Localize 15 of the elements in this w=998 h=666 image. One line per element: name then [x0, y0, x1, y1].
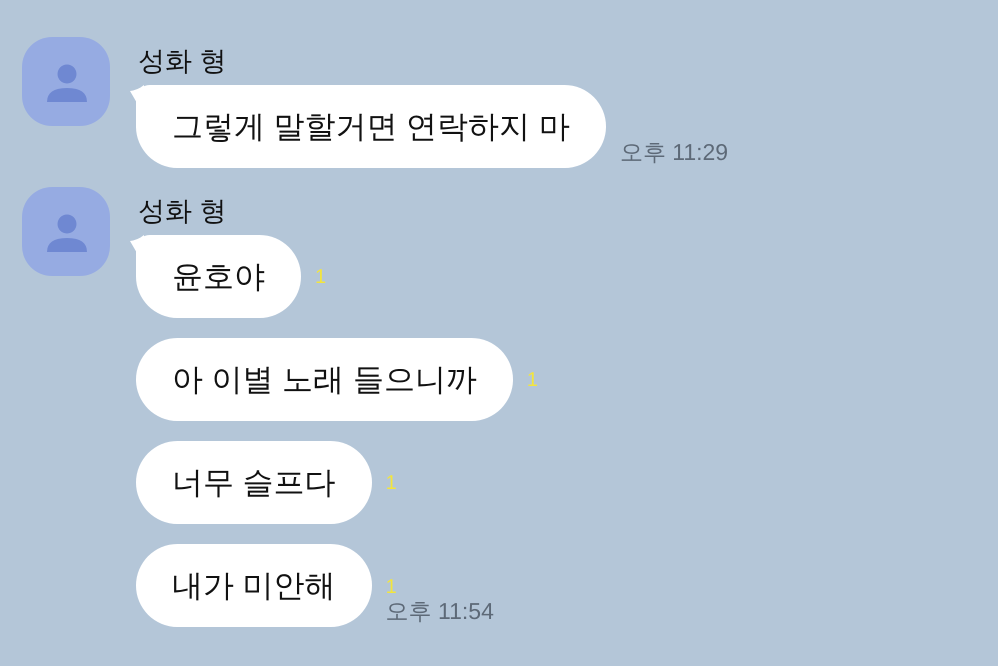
profile-avatar-icon[interactable] — [22, 37, 110, 126]
message-bubble: 내가 미안해 — [136, 544, 372, 627]
message-time: 오후 11:54 — [386, 598, 494, 624]
sender-name: 성화 형 — [137, 45, 227, 78]
message-bubble: 아 이별 노래 들으니까 — [136, 338, 513, 421]
unread-count: 1 — [526, 368, 538, 390]
unread-count: 1 — [386, 576, 397, 598]
profile-avatar-icon[interactable] — [22, 187, 110, 276]
message-bubble: 윤호야 — [130, 235, 301, 318]
unread-count: 1 — [315, 266, 326, 288]
sender-name: 성화 형 — [137, 195, 227, 228]
message-time: 오후 11:29 — [620, 139, 728, 165]
unread-count: 1 — [386, 472, 397, 494]
message-bubble: 너무 슬프다 — [136, 441, 372, 524]
message-bubble: 그렇게 말할거면 연락하지 마 — [130, 85, 606, 168]
